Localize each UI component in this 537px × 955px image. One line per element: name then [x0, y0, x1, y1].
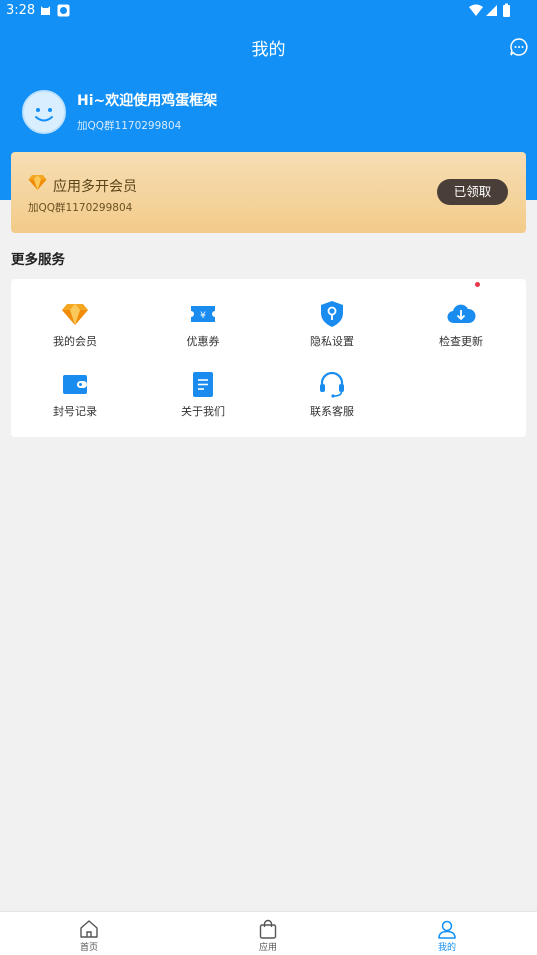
home-icon [80, 920, 98, 938]
vip-subtitle: 加QQ群1170299804 [28, 202, 133, 214]
claimed-button[interactable]: 已领取 [437, 179, 508, 205]
wallet-icon [63, 375, 87, 394]
service-my-membership[interactable]: 我的会员 [11, 299, 139, 361]
diamond-icon [62, 304, 88, 325]
service-label: 联系客服 [310, 405, 354, 418]
diamond-icon [28, 175, 47, 190]
tab-label: 我的 [437, 943, 456, 953]
privacy-shield-icon [321, 301, 343, 327]
tab-label: 首页 [79, 943, 98, 953]
document-icon [193, 372, 213, 397]
update-badge [475, 282, 480, 287]
vip-title: 应用多开会员 [53, 179, 137, 195]
avatar[interactable] [22, 90, 66, 134]
service-label: 隐私设置 [310, 335, 354, 348]
notification-chat-icon [57, 4, 70, 17]
service-coupon[interactable]: ¥ 优惠券 [139, 299, 267, 361]
cloud-download-icon [447, 304, 476, 324]
service-label: 关于我们 [181, 405, 225, 418]
service-about-us[interactable]: 关于我们 [139, 369, 267, 431]
status-time: 3:28 [6, 3, 36, 18]
service-label: 检查更新 [439, 335, 483, 348]
service-label: 封号记录 [53, 405, 97, 418]
tab-home[interactable]: 首页 [69, 918, 109, 953]
welcome-text: Hi~欢迎使用鸡蛋框架 [77, 93, 218, 109]
signal-battery-icons [469, 3, 510, 17]
tab-mine[interactable]: 我的 [427, 918, 467, 953]
tab-label: 应用 [258, 943, 277, 953]
service-label: 优惠券 [186, 335, 220, 348]
service-ban-records[interactable]: 封号记录 [11, 369, 139, 431]
svg-text:¥: ¥ [200, 311, 206, 321]
page-title: 我的 [251, 40, 286, 60]
tab-apps[interactable]: 应用 [248, 918, 288, 953]
status-bar: 3:28 [0, 0, 537, 22]
coupon-icon: ¥ [191, 306, 215, 322]
service-contact-support[interactable]: 联系客服 [268, 369, 396, 431]
vip-card[interactable]: 应用多开会员 加QQ群1170299804 已领取 [11, 152, 526, 233]
service-privacy-settings[interactable]: 隐私设置 [268, 299, 396, 361]
notification-app-icon [41, 6, 50, 15]
bottom-tab-bar: 首页 应用 我的 [0, 911, 537, 955]
service-label: 我的会员 [53, 335, 97, 348]
section-title: 更多服务 [11, 252, 65, 268]
services-grid: 我的会员 ¥ 优惠券 隐私设置 检查更新 封号记录 关于我们 联系客服 [11, 279, 526, 437]
qq-group-text: 加QQ群1170299804 [77, 120, 182, 132]
bag-icon [259, 919, 277, 939]
message-icon[interactable] [509, 37, 529, 57]
service-check-update[interactable]: 检查更新 [397, 299, 525, 361]
user-icon [438, 920, 456, 939]
headset-icon [320, 371, 344, 398]
